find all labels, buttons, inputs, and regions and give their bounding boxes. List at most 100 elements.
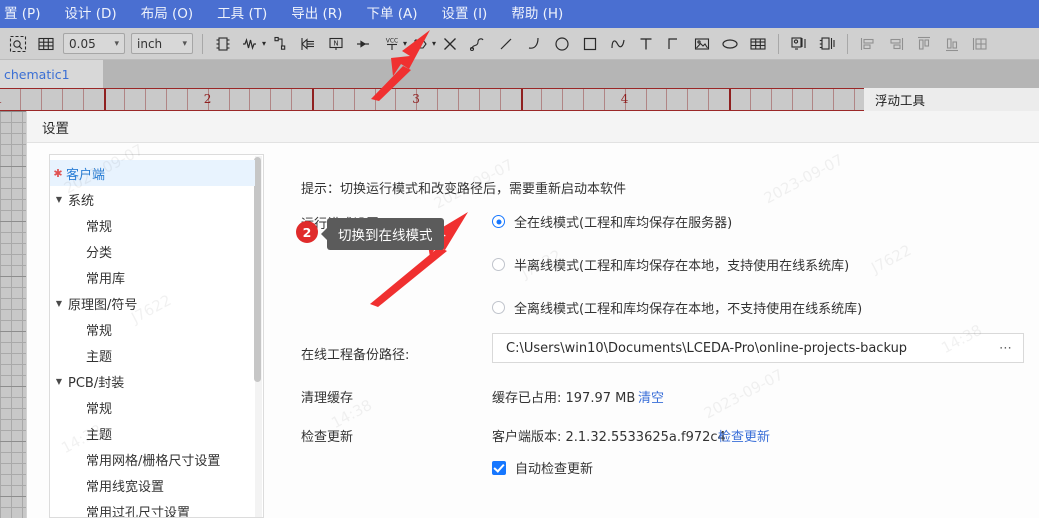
tree-item-label: 主题 (86, 349, 113, 365)
place-port-icon[interactable] (408, 31, 434, 57)
menu-item-help[interactable]: 帮助 (H) (499, 0, 575, 28)
place-netport-icon[interactable] (351, 31, 377, 57)
place-netlabel-icon[interactable]: N (323, 31, 349, 57)
align-top-icon[interactable] (911, 31, 937, 57)
draw-arc-icon[interactable] (521, 31, 547, 57)
ruler-number: 4 (620, 92, 629, 106)
chevron-down-icon[interactable]: ▼ (50, 377, 68, 386)
grid-size-value: 0.05 (69, 36, 96, 51)
svg-text:VCC: VCC (386, 37, 398, 44)
backup-path-value: C:\Users\win10\Documents\LCEDA-Pro\onlin… (506, 340, 908, 356)
ruler-tick (270, 89, 272, 110)
ruler-tick (20, 89, 22, 110)
draw-corner-icon[interactable] (661, 31, 687, 57)
ruler-tick (499, 89, 501, 110)
tree-item-0[interactable]: ✱ 客户端 (50, 160, 255, 186)
check-update-link[interactable]: 检查更新 (718, 426, 770, 445)
tree-item-12[interactable]: 常用线宽设置 (50, 472, 255, 498)
menu-item-layout[interactable]: 布局 (O) (129, 0, 205, 28)
radio-full-online[interactable]: 全在线模式(工程和库均保存在服务器) (492, 212, 732, 231)
backup-path-input[interactable]: C:\Users\win10\Documents\LCEDA-Pro\onlin… (492, 333, 1024, 363)
draw-polyline-icon[interactable] (465, 31, 491, 57)
align-bottom-icon[interactable] (939, 31, 965, 57)
radio-indicator (492, 258, 505, 271)
chevron-down-icon[interactable]: ▼ (50, 299, 68, 308)
tree-item-4[interactable]: 常用库 (50, 264, 255, 290)
menu-item-place[interactable]: 置 (P) (0, 0, 52, 28)
tree-item-2[interactable]: 常规 (50, 212, 255, 238)
radio-label: 半离线模式(工程和库均保存在本地，支持使用在线系统库) (514, 259, 850, 274)
checkbox-indicator (492, 460, 506, 475)
tree-item-1[interactable]: ▼ 系统 (50, 186, 255, 212)
radio-semi-offline[interactable]: 半离线模式(工程和库均保存在本地，支持使用在线系统库) (492, 255, 849, 274)
radio-full-offline[interactable]: 全离线模式(工程和库均保存在本地，不支持使用在线系统库) (492, 298, 862, 317)
ruler-tick (854, 89, 856, 110)
place-wire-icon[interactable] (267, 31, 293, 57)
no-connect-icon[interactable] (437, 31, 463, 57)
chevron-down-icon[interactable]: ▼ (50, 195, 68, 204)
footprint-wizard-icon[interactable] (814, 31, 840, 57)
ruler-tick (562, 89, 564, 110)
ruler-tick (166, 89, 168, 110)
symbol-wizard-icon[interactable] (786, 31, 812, 57)
auto-check-update-checkbox[interactable]: 自动检查更新 (492, 458, 593, 477)
tree-scrollbar-track[interactable] (254, 156, 262, 517)
tree-item-11[interactable]: 常用网格/栅格尺寸设置 (50, 446, 255, 472)
menu-item-tools[interactable]: 工具 (T) (205, 0, 279, 28)
grid-size-select[interactable]: 0.05 ▾ (63, 33, 125, 54)
browse-ellipsis-icon[interactable]: ⋯ (999, 341, 1013, 356)
draw-ellipse-icon[interactable] (717, 31, 743, 57)
tab-schematic1[interactable]: chematic1 (0, 60, 103, 88)
unit-value: inch (137, 36, 163, 51)
tree-item-3[interactable]: 分类 (50, 238, 255, 264)
insert-table-icon[interactable] (745, 31, 771, 57)
place-bus-icon[interactable] (295, 31, 321, 57)
tree-item-label: 常规 (86, 219, 113, 235)
tree-scrollbar-thumb[interactable] (254, 157, 261, 382)
cache-usage-value: 缓存已占用: 197.97 MB (492, 391, 636, 406)
select-area-icon[interactable] (5, 31, 31, 57)
menu-item-order[interactable]: 下单 (A) (354, 0, 429, 28)
chevron-down-icon[interactable]: ▾ (432, 39, 436, 48)
distribute-icon[interactable] (967, 31, 993, 57)
restart-hint: 提示：切换运行模式和改变路径后，需要重新启动本软件 (301, 182, 627, 197)
tree-item-10[interactable]: 主题 (50, 420, 255, 446)
menu-item-export[interactable]: 导出 (R) (279, 0, 354, 28)
chevron-down-icon[interactable]: ▾ (403, 39, 407, 48)
ruler-tick (374, 89, 376, 110)
menu-item-settings[interactable]: 设置 (I) (430, 0, 500, 28)
chevron-down-icon: ▾ (182, 38, 187, 49)
draw-circle-icon[interactable] (549, 31, 575, 57)
draw-rectangle-icon[interactable] (577, 31, 603, 57)
unit-select[interactable]: inch ▾ (131, 33, 193, 54)
toolbar-separator (847, 33, 849, 54)
tree-item-label: 常用线宽设置 (86, 479, 165, 495)
chevron-down-icon[interactable]: ▾ (262, 39, 266, 48)
document-tab-strip: chematic1 (0, 60, 1039, 88)
clear-cache-link[interactable]: 清空 (638, 387, 664, 406)
ruler-tick (666, 89, 668, 110)
align-right-icon[interactable] (883, 31, 909, 57)
ruler-tick (103, 89, 106, 110)
insert-image-icon[interactable] (689, 31, 715, 57)
ruler-tick (749, 89, 751, 110)
tree-item-7[interactable]: 主题 (50, 342, 255, 368)
grid-icon[interactable] (33, 31, 59, 57)
draw-text-icon[interactable] (633, 31, 659, 57)
align-left-icon[interactable] (855, 31, 881, 57)
place-power-icon[interactable]: VCC (379, 31, 405, 57)
settings-dialog: 设置 ✱ 客户端 ▼ 系统 常规 分类 常用库 ▼ 原理图/符号 常规 主题 ▼ PCB/封装 常规 主题常… (26, 111, 1039, 518)
draw-line-icon[interactable] (493, 31, 519, 57)
place-resistor-icon[interactable] (238, 31, 264, 57)
menu-item-design[interactable]: 设计 (D) (52, 0, 128, 28)
radio-label: 全在线模式(工程和库均保存在服务器) (514, 216, 733, 231)
tree-item-5[interactable]: ▼ 原理图/符号 (50, 290, 255, 316)
tree-item-9[interactable]: 常规 (50, 394, 255, 420)
tree-item-8[interactable]: ▼ PCB/封装 (50, 368, 255, 394)
ruler-tick (457, 89, 459, 110)
tree-item-13[interactable]: 常用过孔尺寸设置 (50, 498, 255, 518)
place-component-icon[interactable] (210, 31, 236, 57)
tree-item-6[interactable]: 常规 (50, 316, 255, 342)
settings-category-tree[interactable]: ✱ 客户端 ▼ 系统 常规 分类 常用库 ▼ 原理图/符号 常规 主题 ▼ PCB/封装 常规 主题 常用网格… (49, 154, 264, 518)
draw-curve-icon[interactable] (605, 31, 631, 57)
